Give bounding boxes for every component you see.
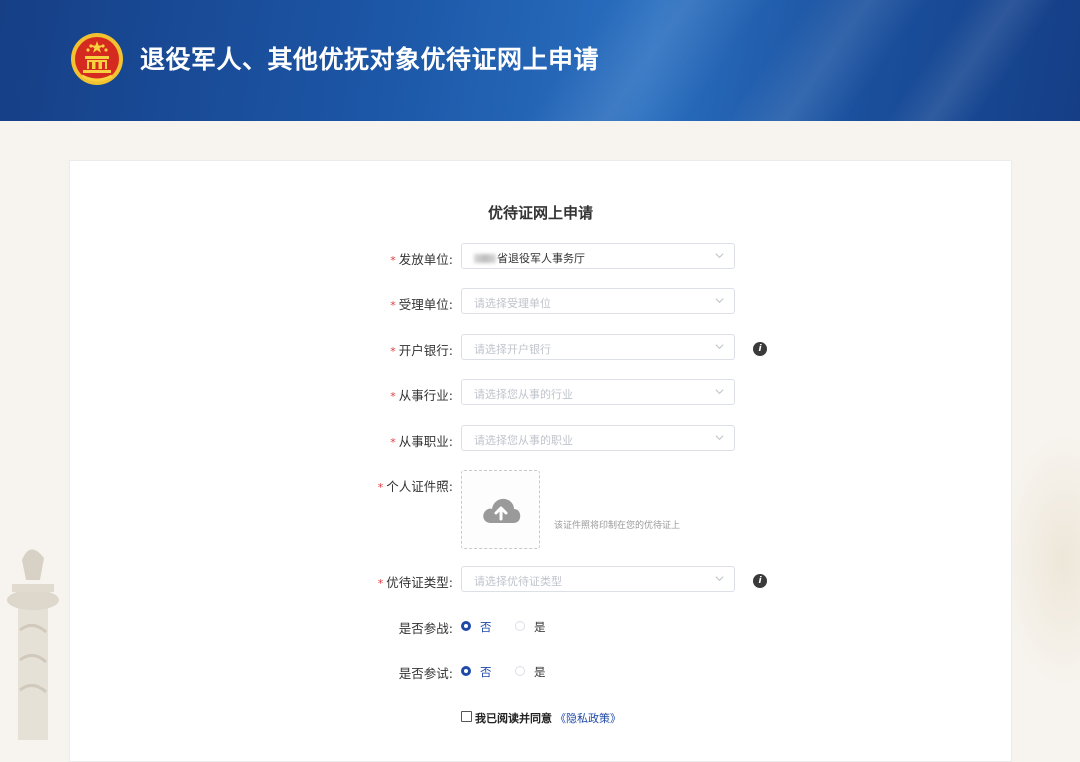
required-star: *	[390, 299, 396, 312]
redacted-province	[474, 254, 496, 263]
accepting-unit-select[interactable]: 请选择受理单位	[461, 288, 735, 314]
required-star: *	[390, 345, 396, 358]
nuclear-test-label: 是否参试:	[398, 666, 453, 681]
chevron-down-icon	[715, 389, 724, 395]
agree-text: 我已阅读并同意	[475, 712, 552, 725]
bank-label: * 开户银行:	[390, 343, 453, 358]
occupation-select[interactable]: 请选择您从事的职业	[461, 425, 735, 451]
required-star: *	[390, 254, 396, 267]
photo-label: * 个人证件照:	[377, 479, 453, 494]
accepting-unit-label: * 受理单位:	[390, 297, 453, 312]
card-type-placeholder: 请选择优待证类型	[474, 575, 562, 588]
chevron-down-icon	[715, 298, 724, 304]
issuing-unit-label: * 发放单位:	[390, 252, 453, 267]
combat-label: 是否参战:	[398, 621, 453, 636]
agree-checkbox[interactable]	[461, 711, 472, 722]
industry-placeholder: 请选择您从事的行业	[474, 388, 573, 401]
occupation-label: * 从事职业:	[390, 434, 453, 449]
background-decoration	[1000, 430, 1080, 690]
header-banner: 退役军人、其他优抚对象优待证网上申请	[0, 0, 1080, 121]
issuing-unit-value: 省退役军人事务厅	[497, 252, 585, 265]
chevron-down-icon	[715, 576, 724, 582]
industry-select[interactable]: 请选择您从事的行业	[461, 379, 735, 405]
cloud-upload-icon	[483, 498, 521, 523]
issuing-unit-select[interactable]: 省退役军人事务厅	[461, 243, 735, 269]
bank-info-icon[interactable]: i	[753, 342, 767, 356]
card-type-select[interactable]: 请选择优待证类型	[461, 566, 735, 592]
bank-placeholder: 请选择开户银行	[474, 343, 551, 356]
bank-select[interactable]: 请选择开户银行	[461, 334, 735, 360]
application-form-card: 优待证网上申请 * 发放单位: 省退役军人事务厅 * 受理单位: 请选择受理单位 *…	[69, 160, 1012, 762]
huabiao-pillar-decoration	[7, 549, 59, 740]
card-type-info-icon[interactable]: i	[753, 574, 767, 588]
required-star: *	[377, 577, 384, 590]
accepting-unit-placeholder: 请选择受理单位	[474, 297, 551, 310]
chevron-down-icon	[715, 344, 724, 350]
chevron-down-icon	[715, 435, 724, 441]
industry-label: * 从事行业:	[390, 388, 453, 403]
card-type-label: * 优待证类型:	[377, 575, 453, 590]
photo-upload-box[interactable]	[461, 470, 540, 549]
required-star: *	[390, 436, 396, 449]
form-title: 优待证网上申请	[487, 204, 593, 222]
photo-upload-hint: 该证件照将印制在您的优待证上	[554, 521, 681, 531]
occupation-placeholder: 请选择您从事的职业	[474, 434, 573, 447]
privacy-policy-link[interactable]: 《隐私政策》	[555, 710, 621, 726]
national-emblem-icon	[71, 33, 123, 85]
required-star: *	[377, 481, 384, 494]
required-star: *	[390, 390, 396, 403]
chevron-down-icon	[715, 253, 724, 259]
page-title: 退役军人、其他优抚对象优待证网上申请	[140, 45, 600, 74]
